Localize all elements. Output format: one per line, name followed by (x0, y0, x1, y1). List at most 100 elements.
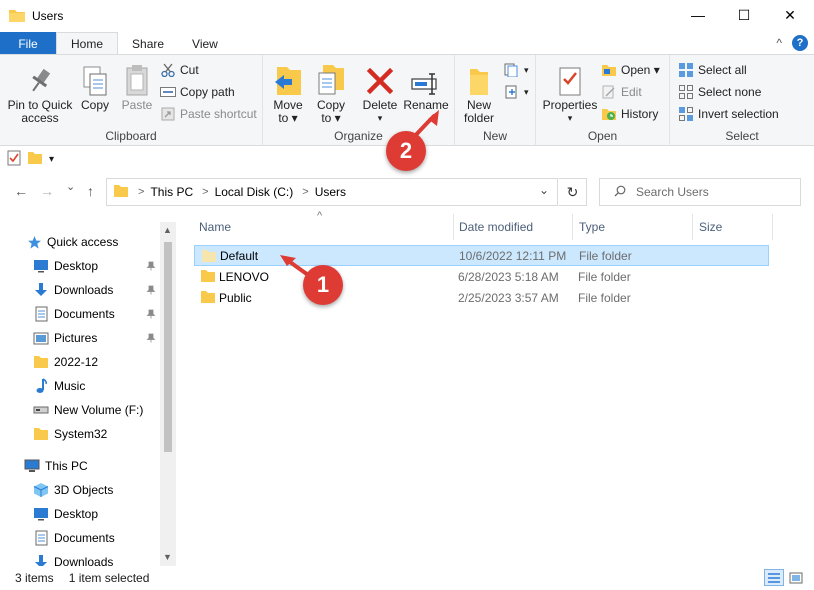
details-view-icon[interactable] (764, 569, 784, 586)
folder-icon (113, 184, 129, 201)
breadcrumb-users[interactable]: Users (315, 185, 346, 199)
properties-label: Properties (542, 98, 598, 112)
recent-locations-button[interactable]: ⌄ (66, 180, 75, 193)
copy-to-button[interactable]: Copy to ▾ (311, 59, 351, 125)
nav-item-desktop-pc[interactable]: Desktop (33, 502, 176, 526)
history-button[interactable]: History (601, 104, 658, 124)
tab-home[interactable]: Home (56, 32, 119, 55)
breadcrumb-this-pc[interactable]: This PC (150, 185, 193, 199)
delete-dropdown-icon[interactable]: ▾ (361, 112, 399, 125)
easy-access-button[interactable]: ▾ (504, 82, 529, 102)
nav-item-3d-objects[interactable]: 3D Objects (33, 478, 176, 502)
properties-button[interactable]: Properties ▾ (542, 59, 598, 125)
file-date: 10/6/2022 12:11 PM (459, 248, 567, 263)
nav-item-documents-pc[interactable]: Documents (33, 526, 176, 550)
copy-button[interactable]: Copy (78, 59, 112, 112)
column-header-name[interactable]: Name (199, 212, 231, 242)
rename-button[interactable]: Rename (402, 59, 450, 112)
edit-button[interactable]: Edit (601, 82, 642, 102)
clipboard-icon (119, 59, 155, 97)
table-row[interactable]: LENOVO 6/28/2023 5:18 AM File folder (194, 266, 769, 287)
nav-item-label: New Volume (F:) (54, 403, 144, 417)
search-input[interactable]: Search Users (599, 178, 801, 206)
breadcrumb-local-disk[interactable]: Local Disk (C:) (215, 185, 294, 199)
up-button[interactable]: ↑ (87, 183, 94, 199)
selection-count: 1 item selected (68, 571, 150, 585)
column-separator[interactable] (572, 214, 573, 240)
tab-view[interactable]: View (178, 33, 232, 55)
breadcrumb-separator[interactable]: > (138, 186, 144, 198)
new-folder-button[interactable]: New folder (459, 59, 499, 125)
table-row[interactable]: Default 10/6/2022 12:11 PM File folder (194, 245, 769, 266)
refresh-button[interactable]: ↻ (559, 178, 587, 206)
back-button[interactable]: ← (14, 183, 28, 199)
paste-shortcut-button[interactable]: Paste shortcut (160, 104, 257, 124)
cut-button[interactable]: Cut (160, 60, 199, 80)
breadcrumb-separator[interactable]: > (302, 186, 308, 198)
nav-item-downloads-pc[interactable]: Downloads (33, 550, 176, 566)
properties-qat-icon[interactable] (7, 150, 21, 169)
open-button[interactable]: Open ▾ (601, 60, 660, 80)
nav-item-documents[interactable]: Documents (33, 302, 176, 326)
move-to-button[interactable]: Move to ▾ (268, 59, 308, 125)
minimize-button[interactable]: — (675, 0, 721, 30)
paste-button[interactable]: Paste (119, 59, 155, 112)
column-header-size[interactable]: Size (699, 212, 722, 242)
column-header-date-modified[interactable]: Date modified (459, 212, 533, 242)
pin-icon[interactable] (146, 332, 156, 346)
maximize-button[interactable]: ☐ (721, 0, 767, 30)
address-dropdown-icon[interactable]: ⌄ (539, 183, 549, 197)
pin-icon[interactable] (146, 260, 156, 274)
nav-item-2022-12[interactable]: 2022-12 (33, 350, 176, 374)
folder-icon (9, 8, 25, 25)
nav-item-downloads[interactable]: Downloads (33, 278, 176, 302)
help-icon[interactable]: ? (792, 35, 808, 51)
nav-item-music[interactable]: Music (33, 374, 176, 398)
column-separator[interactable] (453, 214, 454, 240)
close-button[interactable]: ✕ (767, 0, 813, 30)
status-bar: 3 items 1 item selected (0, 566, 814, 590)
scroll-down-icon[interactable]: ▼ (163, 552, 172, 562)
nav-item-this-pc[interactable]: This PC (24, 454, 176, 478)
paste-label: Paste (121, 98, 153, 112)
folder-icon (33, 426, 49, 442)
select-group: Select all Select none Invert selection … (670, 55, 814, 146)
qat-dropdown-icon[interactable]: ▾ (49, 154, 54, 165)
breadcrumb-separator[interactable]: > (202, 186, 208, 198)
invert-selection-button[interactable]: Invert selection (678, 104, 779, 124)
properties-dropdown-icon[interactable]: ▾ (542, 112, 598, 125)
new-item-button[interactable]: ▾ (504, 60, 529, 80)
nav-item-system32[interactable]: System32 (33, 422, 176, 446)
column-header-type[interactable]: Type (579, 212, 605, 242)
nav-item-new-volume[interactable]: New Volume (F:) (33, 398, 176, 422)
select-none-button[interactable]: Select none (678, 82, 761, 102)
scroll-up-icon[interactable]: ▲ (163, 225, 172, 235)
large-icons-view-icon[interactable] (786, 569, 806, 586)
pin-icon (6, 59, 74, 97)
nav-pane-scrollbar[interactable]: ▲ ▼ (160, 222, 176, 566)
nav-item-desktop[interactable]: Desktop (33, 254, 176, 278)
collapse-ribbon-icon[interactable]: ^ (776, 36, 782, 50)
copy-path-button[interactable]: Copy path (160, 82, 235, 102)
invert-selection-icon (678, 106, 694, 122)
delete-button[interactable]: Delete ▾ (361, 59, 399, 125)
pin-icon[interactable] (146, 284, 156, 298)
nav-item-pictures[interactable]: Pictures (33, 326, 176, 350)
open-group-label: Open (587, 129, 618, 143)
column-separator[interactable] (692, 214, 693, 240)
nav-item-quick-access[interactable]: Quick access (26, 230, 176, 254)
select-all-button[interactable]: Select all (678, 60, 747, 80)
select-all-icon (678, 62, 694, 78)
table-row[interactable]: Public 2/25/2023 3:57 AM File folder (194, 287, 769, 308)
tab-file[interactable]: File (0, 32, 56, 55)
scrollbar-thumb[interactable] (164, 242, 172, 452)
new-folder-qat-icon[interactable] (27, 151, 43, 168)
address-bar[interactable]: > This PC > Local Disk (C:) > Users ⌄ (106, 178, 558, 206)
ribbon-tabs: File Home Share View ^ ? (0, 32, 814, 55)
nav-item-label: 2022-12 (54, 355, 99, 369)
column-separator[interactable] (772, 214, 773, 240)
tab-share[interactable]: Share (118, 33, 178, 55)
forward-button[interactable]: → (40, 183, 54, 199)
pin-icon[interactable] (146, 308, 156, 322)
pin-to-quick-access-button[interactable]: Pin to Quick access (6, 59, 74, 125)
